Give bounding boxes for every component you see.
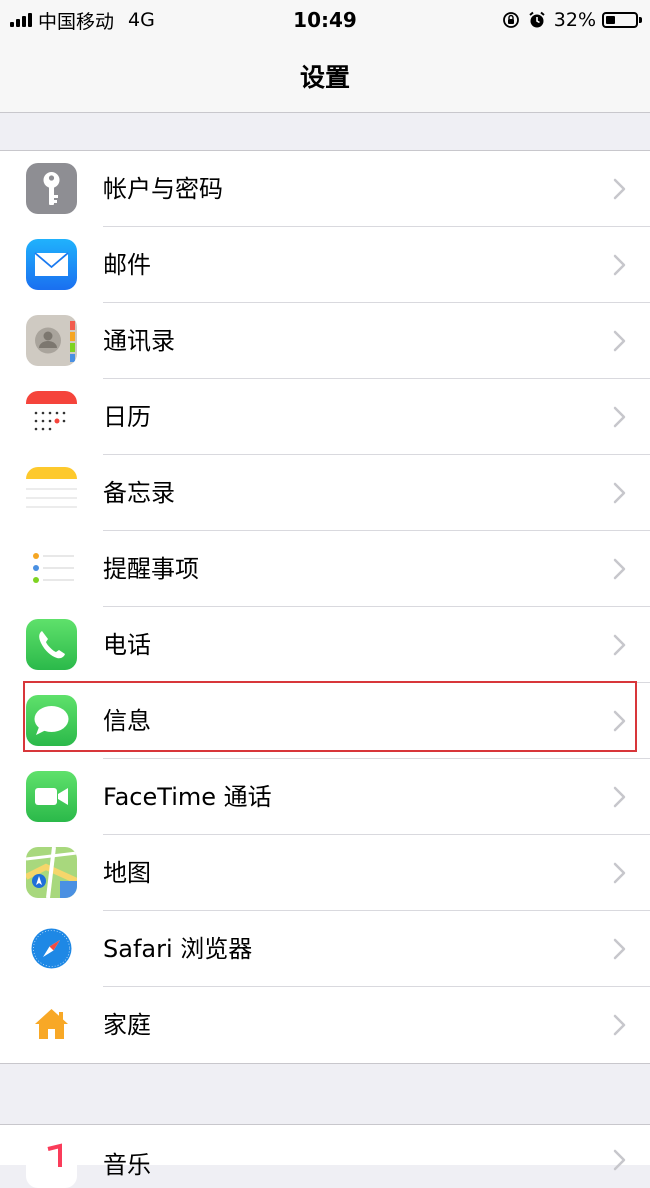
home-icon [26, 999, 77, 1050]
settings-item[interactable]: FaceTime 通话 [0, 759, 650, 835]
mail-icon [26, 239, 77, 290]
phone-icon [26, 619, 77, 670]
chevron-right-icon [606, 936, 632, 962]
reminders-icon [26, 543, 77, 594]
settings-item-label: 日历 [103, 403, 151, 431]
settings-item[interactable]: 地图 [0, 835, 650, 911]
chevron-right-icon [606, 328, 632, 354]
navigation-bar: 设置 [0, 40, 650, 113]
settings-item-label: 邮件 [103, 251, 151, 279]
chevron-right-icon [606, 252, 632, 278]
status-right: 32% [502, 8, 642, 32]
facetime-icon [26, 771, 77, 822]
settings-list-next-section: 音乐 [0, 1124, 650, 1188]
settings-item-label: 家庭 [103, 1011, 151, 1039]
chevron-right-icon [606, 556, 632, 582]
settings-item-label: 帐户与密码 [103, 175, 223, 203]
contacts-icon [26, 315, 77, 366]
status-bar: 中国移动 4G 10:49 32% [0, 0, 650, 40]
chevron-right-icon [606, 632, 632, 658]
chevron-right-icon [606, 176, 632, 202]
chevron-right-icon [606, 784, 632, 810]
calendar-icon [26, 391, 77, 442]
settings-item[interactable]: 信息 [0, 683, 650, 759]
settings-item-label: 通讯录 [103, 327, 175, 355]
settings-item-label: 地图 [103, 859, 151, 887]
settings-item[interactable]: 备忘录 [0, 455, 650, 531]
battery-percent: 32% [553, 9, 596, 31]
key-icon [26, 163, 77, 214]
chevron-right-icon [606, 1012, 632, 1038]
settings-item-label: 信息 [103, 707, 151, 735]
battery-icon [602, 12, 642, 28]
settings-item-label: 音乐 [103, 1151, 151, 1179]
notes-icon [26, 467, 77, 518]
settings-list: 帐户与密码邮件通讯录日历备忘录提醒事项电话信息 FaceTime 通话 地图 Safa… [0, 150, 650, 1064]
settings-item[interactable]: 家庭 [0, 987, 650, 1063]
chevron-right-icon [606, 480, 632, 506]
settings-item-label: Safari 浏览器 [103, 935, 253, 963]
orientation-lock-icon [502, 12, 519, 28]
settings-item-label: FaceTime 通话 [103, 783, 272, 811]
settings-item[interactable]: 通讯录 [0, 303, 650, 379]
music-icon [26, 1137, 77, 1188]
settings-item-label: 备忘录 [103, 479, 175, 507]
alarm-icon [529, 11, 545, 28]
maps-icon [26, 847, 77, 898]
settings-item[interactable]: Safari 浏览器 [0, 911, 650, 987]
chevron-right-icon [606, 708, 632, 734]
safari-icon [26, 923, 77, 974]
settings-item[interactable]: 帐户与密码 [0, 151, 650, 227]
chevron-right-icon [606, 1147, 632, 1173]
settings-item[interactable]: 提醒事项 [0, 531, 650, 607]
settings-item[interactable]: 邮件 [0, 227, 650, 303]
chevron-right-icon [606, 860, 632, 886]
settings-item[interactable]: 日历 [0, 379, 650, 455]
messages-icon [26, 695, 77, 746]
settings-item-label: 提醒事项 [103, 555, 199, 583]
settings-item[interactable]: 电话 [0, 607, 650, 683]
settings-item-label: 电话 [103, 631, 151, 659]
chevron-right-icon [606, 404, 632, 430]
page-title: 设置 [299, 63, 350, 92]
